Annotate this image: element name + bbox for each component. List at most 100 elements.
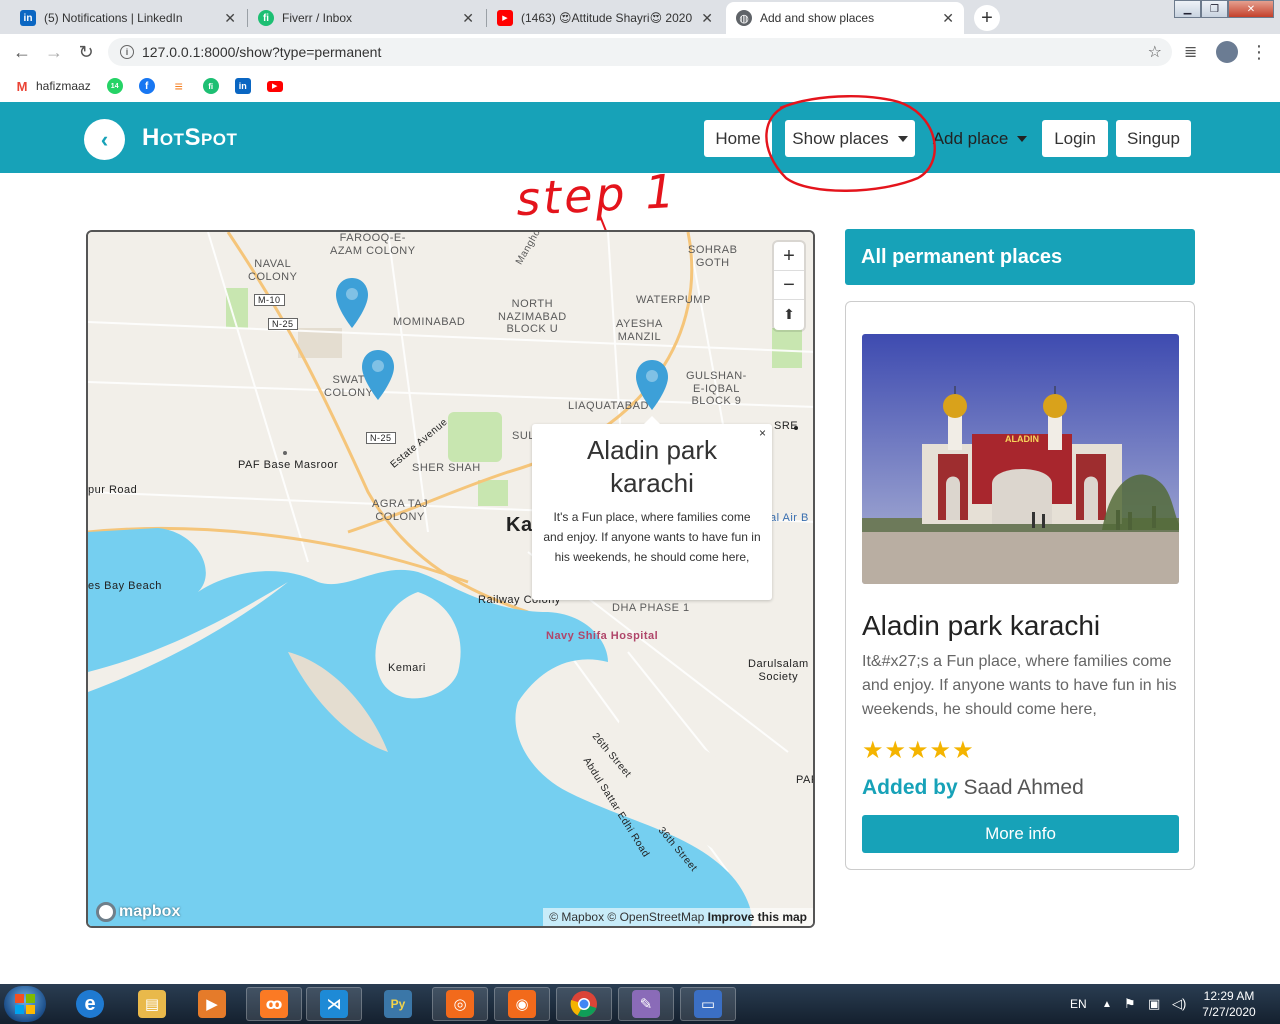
improve-map-link[interactable]: Improve this map — [708, 910, 807, 924]
paint-icon: ✎ — [632, 990, 660, 1018]
tab-linkedin[interactable]: in (5) Notifications | LinkedIn ✕ — [10, 2, 246, 34]
start-button[interactable] — [4, 986, 46, 1022]
media-control-icon[interactable]: ≣ — [1184, 42, 1197, 62]
attribution-text[interactable]: © Mapbox © OpenStreetMap — [549, 910, 704, 924]
maximize-button[interactable]: ❐ — [1201, 0, 1228, 18]
bookmark-gmail[interactable]: M hafizmaaz — [14, 78, 91, 94]
gmail-icon: M — [16, 78, 28, 94]
mapbox-logo[interactable]: mapbox — [96, 902, 180, 922]
network-icon[interactable]: ▣ — [1148, 984, 1160, 1024]
tab-label: (5) Notifications | LinkedIn — [44, 11, 183, 25]
taskbar-vscode[interactable]: ⋊ — [306, 987, 362, 1021]
taskbar-python[interactable]: Py — [370, 987, 426, 1021]
nav-home-button[interactable]: Home — [704, 120, 772, 157]
system-clock[interactable]: 12:29 AM 7/27/2020 — [1196, 988, 1262, 1020]
language-indicator[interactable]: EN — [1070, 984, 1087, 1024]
map-label: WATERPUMP — [636, 294, 711, 306]
tab-youtube[interactable]: ▶ (1463) 😍Attitude Shayri😍 2020 ✕ — [487, 2, 723, 34]
back-arrow-icon[interactable]: ← — [12, 42, 32, 62]
popup-close-button[interactable]: × — [759, 426, 766, 440]
bookmark-stackoverflow[interactable]: ≡ — [171, 78, 187, 94]
mapbox-logo-text: mapbox — [119, 903, 181, 920]
map-label: PAR — [796, 774, 813, 786]
forward-arrow-icon[interactable]: → — [44, 42, 64, 62]
nav-show-places-dropdown[interactable]: Show places — [785, 120, 915, 157]
map-label: DHA PHASE 1 — [612, 602, 690, 614]
minimize-button[interactable]: ▁ — [1174, 0, 1201, 18]
reload-icon[interactable]: ↻ — [76, 42, 96, 62]
taskbar-file-explorer[interactable]: ▤ — [124, 987, 180, 1021]
taskbar-paint[interactable]: ✎ — [618, 987, 674, 1021]
youtube-icon: ▶ — [266, 80, 283, 92]
compass-icon[interactable]: ⬆ — [774, 300, 804, 329]
map-marker-pin[interactable] — [360, 348, 396, 402]
more-info-button[interactable]: More info — [862, 815, 1179, 853]
taskbar-camera[interactable]: ◉ — [494, 987, 550, 1021]
back-button[interactable]: ‹ — [84, 119, 125, 160]
road-shield: N-25 — [268, 318, 298, 331]
menu-dots-icon[interactable]: ⋮ — [1250, 42, 1268, 63]
annotation-step-note: step 1 — [514, 163, 679, 227]
camera-icon: ◉ — [508, 990, 536, 1018]
window-close-button[interactable]: ✕ — [1228, 0, 1274, 18]
tab-add-and-show-places[interactable]: ◍ Add and show places ✕ — [726, 2, 964, 34]
nav-add-place-dropdown[interactable]: Add place — [930, 120, 1030, 157]
screenshot-tool-icon: ◎ — [446, 990, 474, 1018]
bookmark-whatsapp[interactable]: 14 — [106, 78, 123, 94]
window-controls: ▁ ❐ ✕ — [1174, 0, 1274, 18]
linkedin-icon: in — [234, 78, 251, 94]
taskbar-chrome[interactable] — [556, 987, 612, 1021]
taskbar-media-player[interactable]: ▶ — [184, 987, 240, 1021]
volume-icon[interactable]: ◁) — [1172, 984, 1186, 1024]
taskbar-xampp[interactable]: ꝏ — [246, 987, 302, 1021]
action-center-icon[interactable]: ⚑ — [1124, 984, 1136, 1024]
place-description: It&#x27;s a Fun place, where families co… — [862, 653, 1177, 718]
clock-time: 12:29 AM — [1203, 989, 1255, 1003]
new-tab-button[interactable]: + — [974, 5, 1000, 31]
map-view[interactable]: FAROOQ-E- AZAM COLONY NAVAL COLONY Mangh… — [86, 230, 815, 928]
map-marker-pin[interactable] — [334, 276, 370, 330]
taskbar-internet-explorer[interactable]: e — [62, 987, 118, 1021]
map-label: Kemari — [388, 662, 426, 674]
taskbar-virtual-machine[interactable]: ▭ — [680, 987, 736, 1021]
url-text: 127.0.0.1:8000/show?type=permanent — [142, 44, 382, 60]
bookmark-linkedin[interactable]: in — [234, 78, 251, 94]
mapbox-icon — [96, 902, 116, 922]
map-label: PAF Base Masroor — [238, 459, 339, 471]
windows-taskbar: e ▤ ▶ ꝏ ⋊ Py ◎ ◉ ✎ ▭ EN ▲ ⚑ ▣ ◁) 12:29 A… — [0, 984, 1280, 1024]
caret-down-icon — [1017, 135, 1028, 142]
map-label: GULSHAN- E-IQBAL BLOCK 9 — [686, 370, 747, 408]
map-label: SHER SHAH — [412, 462, 481, 474]
profile-avatar[interactable] — [1216, 41, 1238, 63]
nav-signup-button[interactable]: Singup — [1116, 120, 1191, 157]
bookmark-facebook[interactable]: f — [138, 78, 155, 94]
facebook-icon: f — [138, 78, 155, 94]
map-label: MOMINABAD — [393, 316, 466, 328]
file-explorer-icon: ▤ — [138, 990, 166, 1018]
virtual-machine-icon: ▭ — [694, 990, 722, 1018]
close-icon[interactable]: ✕ — [701, 10, 713, 27]
taskbar-screenshot-tool[interactable]: ◎ — [432, 987, 488, 1021]
tray-expand-icon[interactable]: ▲ — [1102, 984, 1112, 1024]
zoom-in-button[interactable]: + — [774, 242, 804, 271]
map-popup: × Aladin park karachi It's a Fun place, … — [532, 416, 772, 600]
road-shield: N-25 — [366, 432, 396, 445]
address-bar[interactable]: i 127.0.0.1:8000/show?type=permanent ☆ — [108, 38, 1172, 66]
popup-description: It's a Fun place, where families come an… — [543, 510, 761, 564]
map-attribution: © Mapbox © OpenStreetMap Improve this ma… — [543, 908, 813, 926]
tab-fiverr[interactable]: fi Fiverr / Inbox ✕ — [248, 2, 484, 34]
media-player-icon: ▶ — [198, 990, 226, 1018]
close-icon[interactable]: ✕ — [462, 10, 474, 27]
internet-explorer-icon: e — [76, 990, 104, 1018]
map-label: NAVAL COLONY — [248, 258, 298, 283]
close-icon[interactable]: ✕ — [942, 10, 954, 27]
close-icon[interactable]: ✕ — [224, 10, 236, 27]
map-marker-pin[interactable] — [634, 358, 670, 412]
info-icon[interactable]: i — [120, 45, 134, 59]
bookmark-fiverr[interactable]: fi — [202, 78, 219, 94]
zoom-out-button[interactable]: − — [774, 271, 804, 300]
bookmark-star-icon[interactable]: ☆ — [1148, 42, 1162, 62]
brand-logo[interactable]: HotSpot — [142, 124, 237, 152]
bookmark-youtube[interactable]: ▶ — [266, 80, 283, 92]
nav-login-button[interactable]: Login — [1042, 120, 1108, 157]
